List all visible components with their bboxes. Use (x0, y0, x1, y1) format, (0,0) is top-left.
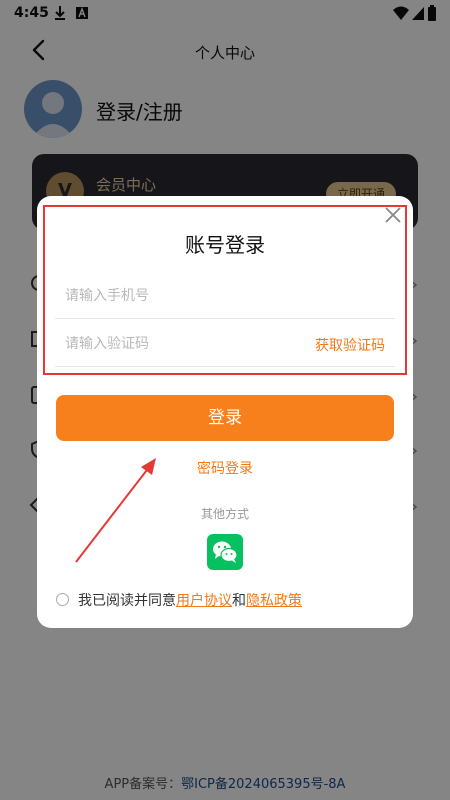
wechat-login-button[interactable] (207, 534, 243, 570)
other-methods-label: 其他方式 (200, 507, 249, 521)
login-button[interactable]: 登录 (56, 395, 394, 441)
agreement-text: 我已阅读并同意用户协议和隐私政策 (78, 590, 302, 610)
wechat-icon (213, 541, 238, 563)
user-agreement-link[interactable]: 用户协议 (176, 593, 232, 609)
dialog-title: 账号登录 (185, 233, 265, 257)
get-code-button[interactable]: 获取验证码 (315, 335, 385, 355)
phone-input[interactable] (65, 284, 295, 308)
verify-code-input[interactable] (65, 332, 295, 356)
privacy-policy-link[interactable]: 隐私政策 (246, 593, 302, 609)
login-dialog: 账号登录 获取验证码 登录 密码登录 其他方式 我已阅读并同意用户协议和隐私政策 (37, 196, 413, 628)
agreement-checkbox[interactable] (56, 593, 69, 606)
agreement-prefix: 我已阅读并同意 (78, 593, 176, 609)
code-field: 获取验证码 (55, 322, 395, 367)
password-login-link[interactable]: 密码登录 (37, 458, 413, 478)
agreement-and: 和 (232, 593, 246, 609)
phone-field (55, 274, 395, 319)
